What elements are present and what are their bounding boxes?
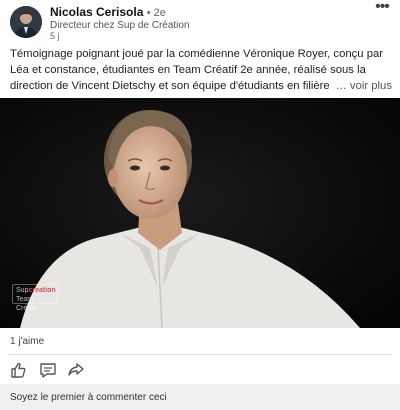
like-button[interactable]	[8, 360, 28, 380]
thumbs-up-icon	[11, 362, 26, 378]
see-more-link[interactable]: … voir plus	[329, 78, 392, 94]
author-avatar[interactable]	[10, 6, 42, 38]
share-button[interactable]	[66, 360, 86, 380]
author-headline: Directeur chez Sup de Création	[50, 20, 190, 31]
post-time: 5 j	[50, 31, 60, 41]
likes-count[interactable]: 1 j'aime	[10, 336, 44, 347]
video-frame	[0, 98, 400, 328]
watermark-accent: creation	[28, 287, 56, 294]
action-bar	[0, 360, 400, 382]
watermark-line1: Sup	[16, 287, 29, 294]
more-options-button[interactable]: •••	[370, 0, 394, 18]
share-icon	[68, 363, 84, 376]
comment-icon	[40, 363, 56, 378]
brand-watermark: Supcreation Team Créatif	[12, 284, 58, 312]
comment-button[interactable]	[38, 360, 58, 380]
video-player[interactable]: Supcreation Team Créatif	[0, 98, 400, 328]
comment-prompt: Soyez le premier à commenter ceci	[10, 392, 167, 403]
divider	[8, 354, 392, 355]
connection-degree: • 2e	[146, 7, 166, 19]
watermark-line2: Team Créatif	[16, 296, 37, 312]
comment-prompt-bar[interactable]: Soyez le premier à commenter ceci	[0, 384, 400, 410]
person-avatar-icon	[10, 6, 42, 38]
post-header: Nicolas Cerisola • 2e Directeur chez Sup…	[0, 0, 400, 42]
author-line: Nicolas Cerisola • 2e	[50, 5, 166, 19]
author-name[interactable]: Nicolas Cerisola	[50, 5, 143, 19]
